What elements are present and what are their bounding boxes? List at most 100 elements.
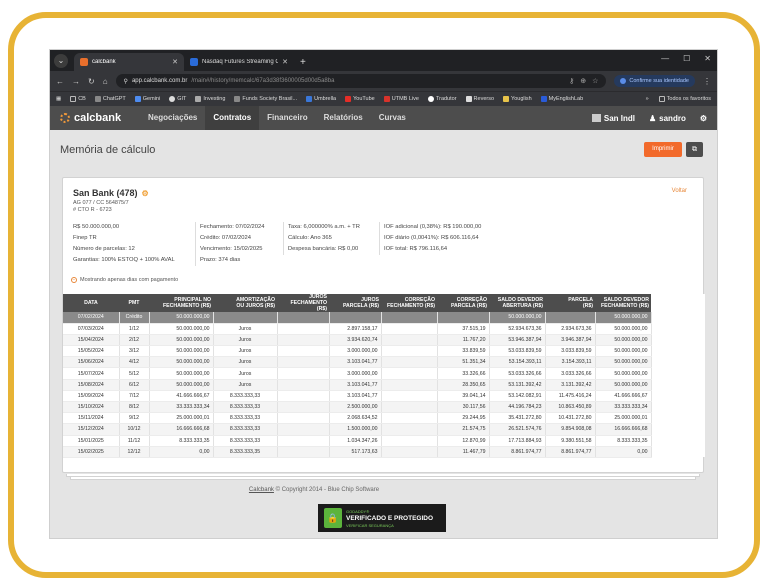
table-cell — [545, 312, 596, 324]
maximize-icon[interactable]: ☐ — [683, 54, 690, 63]
table-cell: 11.767,20 — [437, 334, 490, 347]
table-cell: 21.574,75 — [437, 423, 490, 436]
table-row: 15/07/2024 5/12 50.000.000,00 Juros 3.000.00… — [63, 367, 705, 380]
nav-curvas[interactable]: Curvas — [371, 106, 414, 130]
browser-tab-nasdaq[interactable]: Nasdaq Futures Streaming Cha... ✕ — [184, 53, 294, 71]
forward-arrow-icon[interactable]: → — [72, 77, 80, 86]
apps-grid-icon[interactable]: ▦ — [56, 96, 61, 102]
info-value: Número de parcelas: 12 — [73, 246, 135, 252]
youtube-icon — [345, 96, 352, 102]
bookmark-gemini[interactable]: Gemini — [134, 96, 160, 102]
confirm-identity-button[interactable]: Confirme sua identidade — [614, 75, 695, 87]
table-cell: 3.033.839,59 — [545, 345, 596, 358]
col-header-saldo-abertura: SALDO DEVEDOR ABERTURA (R$) — [489, 294, 545, 312]
table-cell: 41.666.666,67 — [595, 390, 652, 403]
close-window-icon[interactable]: ✕ — [704, 54, 711, 63]
table-cell-blank — [651, 367, 705, 380]
bookmark-funds-society[interactable]: Funds Society Brasil... — [234, 96, 297, 102]
browser-menu-icon[interactable]: ⋮ — [703, 77, 711, 86]
calculation-table: DATA PMT PRINCIPAL NO FECHAMENTO (R$) AM… — [63, 294, 705, 458]
contract-settings-icon[interactable]: ⚙ — [142, 189, 149, 198]
nav-negociacoes[interactable]: Negociações — [140, 106, 205, 130]
print-button[interactable]: Imprimir — [644, 142, 682, 157]
reload-icon[interactable]: ↻ — [88, 77, 95, 86]
table-row: 15/02/2025 12/12 0,00 8.333.333,35 517.173,6… — [63, 446, 705, 458]
table-cell: 8/12 — [119, 401, 150, 414]
payment-days-toggle[interactable]: − Mostrando apenas dias com pagamento — [71, 277, 178, 283]
bookmark-label: GIT — [177, 96, 187, 102]
myenglishlab-icon — [540, 96, 547, 102]
table-cell: 50.000.000,00 — [595, 345, 652, 358]
bookmark-youtube[interactable]: YouTube — [345, 96, 375, 102]
bookmark-git[interactable]: GIT — [169, 96, 186, 102]
more-bookmarks-icon[interactable]: » — [646, 96, 649, 102]
settings-gear-icon[interactable]: ⚙ — [700, 114, 707, 123]
url-bar[interactable]: ⚲ app.calcbank.com.br/main#/history/memc… — [115, 74, 607, 88]
home-icon[interactable]: ⌂ — [103, 77, 108, 86]
bookmark-tradutor[interactable]: Tradutor — [427, 96, 457, 102]
table-cell: 12/12 — [119, 446, 150, 458]
table-cell — [381, 423, 438, 436]
browser-tab-calcbank[interactable]: calcbank ✕ — [74, 53, 184, 71]
minimize-icon[interactable]: — — [661, 54, 669, 63]
page-footer: Calcbank © Copyright 2014 - Blue Chip So… — [50, 487, 578, 493]
col-header-pmt: PMT — [119, 294, 149, 312]
bookmark-chatgpt[interactable]: ChatGPT — [94, 96, 126, 102]
app-navbar: calcbank Negociações Contratos Financeir… — [50, 106, 717, 130]
close-tab-icon[interactable]: ✕ — [172, 58, 178, 66]
table-cell — [329, 312, 382, 324]
nav-relatorios[interactable]: Relatórios — [316, 106, 371, 130]
table-cell-blank — [651, 334, 705, 346]
copy-icon[interactable]: ⧉ — [686, 142, 703, 157]
table-cell: 53.033.839,59 — [489, 345, 546, 358]
chatgpt-icon — [94, 96, 101, 102]
bookmark-myenglishlab[interactable]: MyEnglishLab — [540, 96, 583, 102]
back-arrow-icon[interactable]: ← — [56, 77, 64, 86]
bookmark-umbrella[interactable]: Umbrella — [306, 96, 336, 102]
calcbank-footer-link[interactable]: Calcbank — [249, 487, 274, 493]
all-bookmarks-folder[interactable]: Todos os favoritos — [658, 96, 711, 102]
table-cell-blank — [651, 446, 705, 458]
table-cell: 3.000.000,00 — [329, 345, 382, 358]
table-cell: 2.068.634,52 — [329, 412, 382, 425]
table-cell: 1/12 — [119, 323, 150, 335]
table-cell: 33.333.333,34 — [149, 401, 214, 414]
table-cell — [277, 423, 330, 436]
user-menu[interactable]: ♟ sandro — [649, 114, 686, 123]
table-cell-blank — [651, 412, 705, 424]
table-cell — [381, 334, 438, 347]
table-cell: 12.870,99 — [437, 435, 490, 447]
bookmark-star-icon[interactable]: ☆ — [592, 77, 598, 85]
col-header-parcela: PARCELA (R$) — [545, 294, 595, 312]
table-cell: 50.000.000,00 — [149, 334, 214, 347]
bank-selector[interactable]: San Indl — [591, 114, 635, 123]
password-key-icon[interactable]: ⚷ — [569, 77, 574, 85]
table-cell: 50.000.000,00 — [595, 323, 652, 335]
nav-contratos[interactable]: Contratos — [205, 106, 260, 130]
calcbank-logo[interactable]: calcbank — [60, 112, 140, 124]
site-info-icon[interactable]: ⚲ — [124, 78, 128, 85]
table-cell: 07/02/2024 — [63, 312, 120, 324]
zoom-icon[interactable]: ⊕ — [580, 77, 586, 85]
close-tab-icon[interactable]: ✕ — [282, 58, 288, 66]
table-cell: 4/12 — [119, 356, 150, 369]
table-cell: 17.713.884,93 — [489, 435, 546, 447]
investing-icon — [195, 96, 202, 102]
bookmark-investing[interactable]: Investing — [195, 96, 225, 102]
bookmark-cb[interactable]: CB — [70, 96, 86, 102]
new-tab-icon[interactable]: + — [300, 57, 306, 68]
table-cell-blank — [651, 390, 705, 402]
table-cell: 44.196.784,23 — [489, 401, 546, 414]
table-cell: 50.000.000,00 — [149, 312, 214, 324]
table-cell: 8.333.333,33 — [213, 423, 278, 436]
table-cell — [277, 379, 330, 391]
bookmark-youglish[interactable]: Youglish — [503, 96, 532, 102]
bookmark-reverso[interactable]: Reverso — [465, 96, 494, 102]
bookmark-utmb-live[interactable]: UTMB Live — [383, 96, 419, 102]
tab-search-icon[interactable]: ⌄ — [54, 54, 68, 68]
table-body: 07/02/2024 Crédito 50.000.000,00 50.000.000… — [63, 312, 705, 458]
godaddy-verified-seal[interactable]: 🔒 GODADDY® VERIFICADO E PROTEGIDO VERIFI… — [318, 504, 446, 532]
umbrella-icon — [306, 96, 313, 102]
nav-financeiro[interactable]: Financeiro — [259, 106, 315, 130]
back-link[interactable]: Voltar — [672, 188, 687, 194]
